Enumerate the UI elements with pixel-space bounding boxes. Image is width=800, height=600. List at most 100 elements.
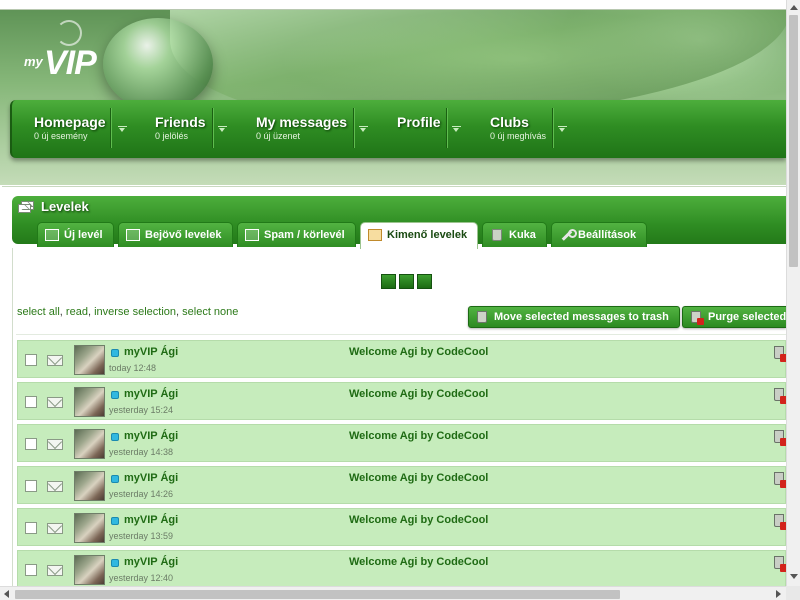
avatar[interactable]: [74, 429, 105, 459]
pager-current-button[interactable]: [399, 274, 414, 289]
scroll-right-icon[interactable]: [776, 590, 781, 598]
sender-name[interactable]: myVIP Ági: [124, 430, 178, 442]
top-strip: [0, 0, 786, 10]
envelope-icon: [47, 355, 63, 366]
tab-label: Új levél: [64, 229, 103, 241]
sender-name[interactable]: myVIP Ági: [124, 514, 178, 526]
nav-subtitle: 0 jelölés: [155, 131, 189, 141]
online-status-icon: [111, 559, 119, 567]
online-status-icon: [111, 433, 119, 441]
nav-divider: [212, 108, 213, 148]
avatar[interactable]: [74, 345, 105, 375]
message-subject[interactable]: Welcome Agi by CodeCool: [349, 514, 488, 526]
select-read-link[interactable]: read: [66, 306, 88, 318]
envelope-icon: [47, 397, 63, 408]
move-to-trash-label: Move selected messages to trash: [494, 311, 669, 323]
tab-trash[interactable]: Kuka: [482, 222, 547, 247]
avatar[interactable]: [74, 513, 105, 543]
delete-icon[interactable]: [774, 388, 788, 404]
sender-name[interactable]: myVIP Ági: [124, 346, 178, 358]
sender-name[interactable]: myVIP Ági: [124, 556, 178, 568]
avatar[interactable]: [74, 387, 105, 417]
logo-name: VIP: [44, 44, 97, 82]
inverse-selection-link[interactable]: inverse selection: [94, 306, 176, 318]
message-subject[interactable]: Welcome Agi by CodeCool: [349, 472, 488, 484]
horizontal-scrollbar[interactable]: [0, 586, 786, 600]
purge-selected-button[interactable]: Purge selected: [682, 306, 786, 328]
list-item[interactable]: myVIP Ági yesterday 14:38 Welcome Agi by…: [17, 424, 788, 462]
vertical-scroll-thumb[interactable]: [789, 15, 798, 267]
horizontal-scroll-thumb[interactable]: [15, 590, 620, 599]
scroll-down-icon[interactable]: [790, 574, 798, 579]
pager-last-button[interactable]: [417, 274, 432, 289]
tab-spam[interactable]: Spam / körlevél: [237, 222, 356, 247]
envelope-icon: [47, 439, 63, 450]
avatar[interactable]: [74, 471, 105, 501]
message-subject[interactable]: Welcome Agi by CodeCool: [349, 388, 488, 400]
online-status-icon: [111, 517, 119, 525]
online-status-icon: [111, 475, 119, 483]
tab-inbox[interactable]: Bejövő levelek: [118, 222, 233, 247]
tab-new-message[interactable]: Új levél: [37, 222, 114, 247]
envelope-icon: [47, 565, 63, 576]
row-checkbox[interactable]: [25, 396, 37, 408]
chevron-down-icon[interactable]: [452, 126, 461, 132]
row-checkbox[interactable]: [25, 438, 37, 450]
tab-label: Kimenő levelek: [387, 229, 468, 241]
list-item[interactable]: myVIP Ági yesterday 12:40 Welcome Agi by…: [17, 550, 788, 586]
row-checkbox[interactable]: [25, 564, 37, 576]
nav-item-profile[interactable]: Profile: [397, 114, 441, 131]
delete-icon[interactable]: [774, 472, 788, 488]
compose-icon: [45, 229, 59, 241]
pager-first-button[interactable]: [381, 274, 396, 289]
message-subject[interactable]: Welcome Agi by CodeCool: [349, 346, 488, 358]
message-subject[interactable]: Welcome Agi by CodeCool: [349, 430, 488, 442]
move-to-trash-button[interactable]: Move selected messages to trash: [468, 306, 680, 328]
nav-divider: [353, 108, 354, 148]
chevron-down-icon[interactable]: [558, 126, 567, 132]
tab-label: Spam / körlevél: [264, 229, 345, 241]
envelope-icon: [47, 481, 63, 492]
message-time: today 12:48: [109, 363, 157, 373]
nav-item-homepage[interactable]: Homepage 0 új esemény: [34, 114, 106, 141]
nav-item-my-messages[interactable]: My messages 0 új üzenet: [256, 114, 347, 141]
sender-name[interactable]: myVIP Ági: [124, 388, 178, 400]
message-subject[interactable]: Welcome Agi by CodeCool: [349, 556, 488, 568]
list-item[interactable]: myVIP Ági yesterday 13:59 Welcome Agi by…: [17, 508, 788, 546]
delete-icon[interactable]: [774, 514, 788, 530]
divider: [16, 334, 786, 335]
scroll-up-icon[interactable]: [790, 5, 798, 10]
delete-icon[interactable]: [774, 430, 788, 446]
purge-selected-label: Purge selected: [708, 311, 786, 323]
chevron-down-icon[interactable]: [218, 126, 227, 132]
section-title: Levelek: [41, 199, 89, 214]
chevron-down-icon[interactable]: [359, 126, 368, 132]
inbox-icon: [126, 229, 140, 241]
select-none-link[interactable]: select none: [182, 306, 238, 318]
avatar[interactable]: [74, 555, 105, 585]
nav-divider: [552, 108, 553, 148]
tab-settings[interactable]: Beállítások: [551, 222, 647, 247]
tab-label: Bejövő levelek: [145, 229, 222, 241]
list-item[interactable]: myVIP Ági yesterday 15:24 Welcome Agi by…: [17, 382, 788, 420]
wrench-icon: [559, 229, 577, 241]
tab-outbox[interactable]: Kimenő levelek: [360, 222, 478, 249]
delete-icon[interactable]: [774, 556, 788, 572]
list-item[interactable]: myVIP Ági yesterday 14:26 Welcome Agi by…: [17, 466, 788, 504]
sender-name[interactable]: myVIP Ági: [124, 472, 178, 484]
row-checkbox[interactable]: [25, 480, 37, 492]
nav-item-friends[interactable]: Friends 0 jelölés: [155, 114, 206, 141]
vertical-scrollbar[interactable]: [786, 0, 800, 586]
nav-title: Clubs: [490, 114, 529, 130]
scroll-left-icon[interactable]: [4, 590, 9, 598]
nav-subtitle: 0 új üzenet: [256, 131, 301, 141]
envelopes-icon: [18, 201, 34, 214]
row-checkbox[interactable]: [25, 354, 37, 366]
online-status-icon: [111, 349, 119, 357]
list-item[interactable]: myVIP Ági today 12:48 Welcome Agi by Cod…: [17, 340, 788, 378]
nav-item-clubs[interactable]: Clubs 0 új meghívás: [490, 114, 546, 141]
delete-icon[interactable]: [774, 346, 788, 362]
row-checkbox[interactable]: [25, 522, 37, 534]
chevron-down-icon[interactable]: [118, 126, 127, 132]
select-all-link[interactable]: select all: [17, 306, 60, 318]
